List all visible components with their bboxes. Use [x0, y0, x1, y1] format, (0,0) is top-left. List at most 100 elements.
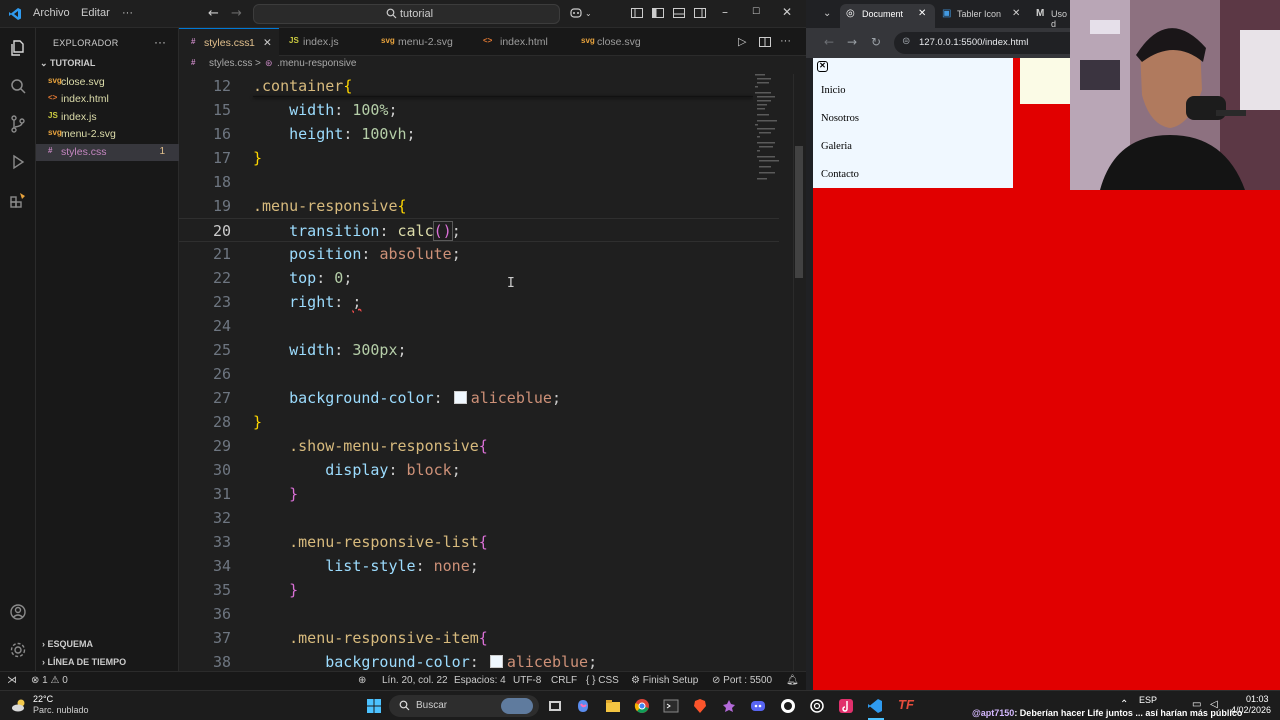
file-close-svg[interactable]: svg close.svg	[36, 74, 179, 91]
tab-index-js[interactable]: JS index.js	[279, 28, 371, 56]
scrollbar-thumb[interactable]	[795, 146, 803, 278]
tab-styles-css[interactable]: # styles.css 1 ✕	[179, 28, 279, 56]
explorer-icon[interactable]	[8, 38, 28, 58]
command-center-search[interactable]: tutorial	[253, 4, 560, 24]
brave-icon[interactable]	[692, 698, 708, 714]
chatgpt-icon[interactable]	[809, 698, 825, 714]
browser-tab-document[interactable]: ◎ Document ✕	[840, 4, 935, 28]
breadcrumb-symbol[interactable]: .menu-responsive	[277, 58, 356, 69]
timeline-section[interactable]: › LÍNEA DE TIEMPO	[42, 657, 126, 667]
vscode-taskbar-icon[interactable]	[867, 698, 883, 714]
encoding[interactable]: UTF-8	[513, 675, 541, 686]
copilot-icon[interactable]	[569, 6, 583, 20]
tab-index-html[interactable]: <> index.html	[471, 28, 571, 56]
color-swatch[interactable]	[453, 391, 467, 404]
notifications-bell-icon[interactable]: 🔔︎	[786, 675, 799, 686]
breadcrumb-file[interactable]: styles.css	[209, 58, 252, 69]
split-editor-icon[interactable]	[758, 35, 772, 49]
forward-arrow-icon[interactable]: →	[231, 6, 242, 21]
tiktok-icon[interactable]	[838, 698, 854, 714]
menu-archivo[interactable]: Archivo	[33, 7, 70, 19]
account-icon[interactable]	[8, 602, 28, 622]
maximize-icon[interactable]: ☐	[752, 7, 760, 17]
search-icon[interactable]	[8, 76, 28, 96]
address-bar[interactable]: ⊜ 127.0.0.1:5500/index.html	[894, 32, 1094, 54]
code-line: 37 .menu-responsive-item{	[179, 626, 779, 650]
site-info-icon[interactable]: ⊜	[902, 36, 910, 47]
tab-menu-2-svg[interactable]: svg menu-2.svg	[371, 28, 471, 56]
weather-cloud-icon[interactable]	[11, 698, 27, 714]
svg-file-icon: svg	[48, 128, 62, 137]
cursor-position[interactable]: Lín. 20, col. 22	[382, 675, 448, 686]
toggle-primary-sidebar-icon[interactable]	[651, 6, 665, 20]
language-mode[interactable]: { } CSS	[586, 675, 619, 686]
more-actions-icon[interactable]: ···	[154, 35, 166, 49]
tf-app-icon[interactable]: TF	[898, 697, 914, 712]
remote-icon[interactable]: ⋊	[7, 675, 17, 686]
windows-start-icon[interactable]	[366, 698, 382, 714]
reload-icon[interactable]: ↻	[871, 35, 881, 49]
file-explorer-icon[interactable]	[605, 698, 621, 714]
more-actions-icon[interactable]: ···	[780, 35, 791, 47]
task-view-icon[interactable]	[547, 698, 563, 714]
extensions-icon[interactable]	[8, 190, 28, 210]
indentation[interactable]: Espacios: 4	[454, 675, 506, 686]
source-control-icon[interactable]	[8, 114, 28, 134]
run-debug-icon[interactable]	[8, 152, 28, 172]
close-menu-icon[interactable]: ✕	[817, 61, 828, 72]
menu-link-nosotros[interactable]: Nosotros	[821, 113, 859, 124]
app-icon[interactable]	[721, 698, 737, 714]
minimap[interactable]	[753, 70, 793, 190]
file-menu-2-svg[interactable]: svg menu-2.svg	[36, 126, 179, 143]
language-indicator[interactable]: ESP	[1139, 695, 1157, 705]
minimize-icon[interactable]: –	[722, 5, 728, 19]
zoom-icon[interactable]: ⊕	[358, 675, 366, 686]
close-tab-icon[interactable]: ✕	[918, 8, 926, 19]
browser-tab-uso[interactable]: M Uso d	[1032, 4, 1072, 29]
taskbar-search[interactable]: Buscar	[389, 695, 539, 717]
tab-search-chevron-icon[interactable]: ⌄	[823, 8, 831, 19]
copilot-icon[interactable]	[575, 698, 591, 714]
end-of-line[interactable]: CRLF	[551, 675, 577, 686]
clock-time[interactable]: 01:03	[1246, 694, 1269, 704]
file-index-html[interactable]: <> index.html	[36, 91, 179, 108]
run-icon[interactable]: ▷	[738, 35, 746, 48]
discord-icon[interactable]	[750, 698, 766, 714]
toggle-panel-icon[interactable]	[672, 6, 686, 20]
file-index-js[interactable]: JS index.js	[36, 109, 179, 126]
menu-link-galeria[interactable]: Galeria	[821, 141, 852, 152]
browser-tab-tabler-icons[interactable]: ▣ Tabler Icons ✕	[937, 4, 1030, 28]
problems-indicator[interactable]: ⊗ 1 ⚠ 0	[31, 675, 68, 686]
back-arrow-icon[interactable]: ←	[824, 35, 834, 49]
code-editor[interactable]: 12 .container{ 15 width: 100%; 16 height:…	[179, 74, 793, 671]
settings-gear-icon[interactable]	[8, 640, 28, 660]
code-line: 25 width: 300px;	[179, 338, 779, 362]
back-arrow-icon[interactable]: ←	[208, 6, 219, 21]
color-swatch[interactable]	[489, 655, 503, 668]
close-tab-icon[interactable]: ✕	[263, 37, 272, 49]
forward-arrow-icon[interactable]: →	[847, 35, 857, 49]
menu-link-inicio[interactable]: Inicio	[821, 85, 846, 96]
outline-section[interactable]: › ESQUEMA	[42, 639, 93, 649]
close-window-icon[interactable]: ✕	[782, 5, 792, 19]
folder-tutorial[interactable]: ⌄ TUTORIAL	[40, 58, 95, 69]
tab-close-svg[interactable]: svg close.svg	[571, 28, 666, 56]
close-tab-icon[interactable]: ✕	[1012, 8, 1020, 19]
vscode-logo-icon	[9, 8, 21, 20]
chrome-icon[interactable]	[634, 698, 650, 714]
terminal-icon[interactable]	[663, 698, 679, 714]
menu-link-contacto[interactable]: Contacto	[821, 169, 859, 180]
folder-label: TUTORIAL	[50, 58, 96, 68]
menu-editar[interactable]: Editar	[81, 7, 110, 19]
weather-temp[interactable]: 22°C	[33, 694, 53, 704]
chevron-down-icon[interactable]: ⌄	[585, 9, 592, 18]
toggle-secondary-sidebar-icon[interactable]	[693, 6, 707, 20]
finish-setup[interactable]: ⚙ Finish Setup	[631, 675, 698, 686]
github-icon[interactable]	[780, 698, 796, 714]
live-server-port[interactable]: ⊘ Port : 5500	[712, 675, 772, 686]
menu-more[interactable]: ···	[122, 7, 133, 19]
file-styles-css[interactable]: # styles.css 1	[36, 144, 179, 161]
editor-scrollbar[interactable]	[793, 74, 803, 671]
webcam-overlay	[1070, 0, 1280, 190]
layout-sidebar-icon[interactable]	[630, 6, 644, 20]
